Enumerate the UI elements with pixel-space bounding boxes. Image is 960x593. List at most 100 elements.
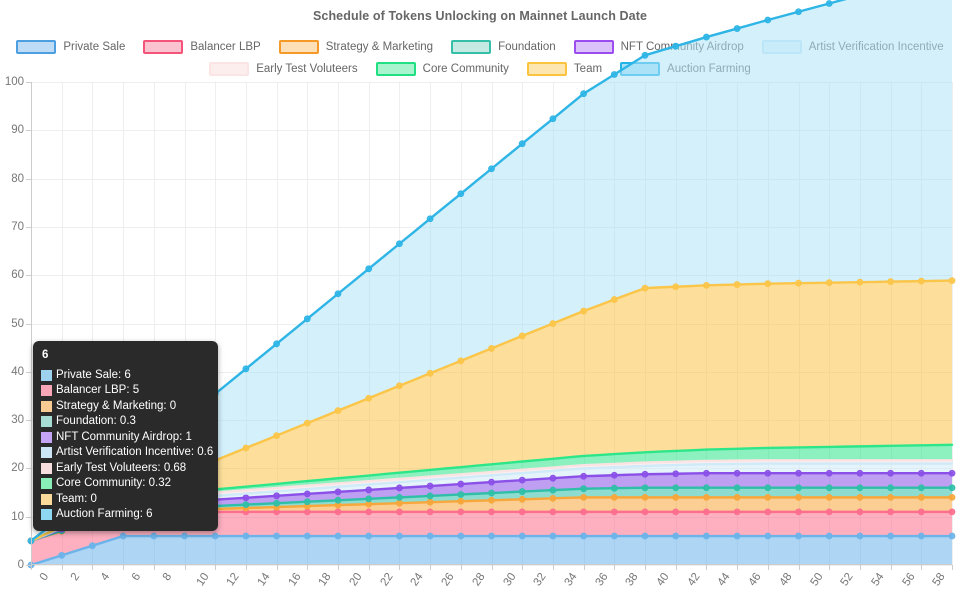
x-tick-mark <box>829 565 831 570</box>
x-tick-mark <box>460 565 462 570</box>
series-point-marker <box>457 357 465 365</box>
series-point-marker <box>334 407 342 415</box>
series-point-marker <box>211 532 219 540</box>
series-point-marker <box>365 495 373 503</box>
series-point-marker <box>303 315 311 323</box>
x-tick-label: 6 <box>129 571 144 584</box>
series-point-marker <box>150 532 158 540</box>
series-point-marker <box>948 493 956 501</box>
series-point-marker <box>426 215 434 223</box>
series-point-marker <box>733 281 741 288</box>
series-point-marker <box>825 532 833 540</box>
series-point-marker <box>672 470 680 478</box>
series-point-marker <box>825 469 833 477</box>
y-tick-mark <box>26 275 31 277</box>
y-tick-label: 70 <box>11 220 24 233</box>
series-point-marker <box>825 279 833 287</box>
x-tick-mark <box>706 565 708 570</box>
legend-item-label: Private Sale <box>63 41 126 53</box>
series-point-marker <box>795 279 802 287</box>
series-point-marker <box>518 532 526 540</box>
legend-swatch-icon <box>375 62 416 76</box>
legend-item[interactable]: Core Community <box>375 62 509 76</box>
legend-item[interactable]: Private Sale <box>16 40 125 54</box>
series-point-marker <box>303 498 311 506</box>
series-point-marker <box>365 265 373 273</box>
series-point-marker <box>242 365 250 373</box>
series-point-marker <box>273 492 281 500</box>
series-point-marker <box>334 488 342 496</box>
tooltip-row-label: Team: 0 <box>56 492 97 505</box>
series-point-marker <box>457 480 465 488</box>
tooltip-row: Private Sale: 6 <box>41 368 210 384</box>
series-point-marker <box>303 419 311 427</box>
series-point-marker <box>426 508 434 516</box>
series-point-marker <box>917 277 925 285</box>
x-tick-mark <box>399 565 401 570</box>
series-point-marker <box>426 492 434 500</box>
series-point-marker <box>396 499 403 507</box>
tooltip-swatch-icon <box>41 447 52 459</box>
tooltip-swatch-icon <box>41 400 52 412</box>
series-point-marker <box>887 508 894 516</box>
legend-swatch-icon <box>209 62 250 76</box>
y-tick-label: 40 <box>11 365 24 378</box>
series-point-marker <box>917 508 925 516</box>
series-point-marker <box>396 240 403 248</box>
series-point-marker <box>672 532 680 540</box>
x-tick-label: 36 <box>593 571 611 589</box>
y-tick-mark <box>26 516 31 518</box>
x-tick-label: 52 <box>838 571 856 589</box>
x-tick-mark <box>675 565 677 570</box>
legend-item[interactable]: Early Test Voluteers <box>209 62 358 76</box>
chart-container: Schedule of Tokens Unlocking on Mainnet … <box>0 0 960 593</box>
series-point-marker <box>273 340 281 348</box>
x-tick-label: 40 <box>654 571 672 589</box>
series-point-marker <box>518 488 526 495</box>
series-point-marker <box>273 532 281 540</box>
x-tick-label: 44 <box>715 571 734 589</box>
legend-item[interactable]: Foundation <box>451 40 556 54</box>
series-point-marker <box>948 508 956 516</box>
legend-item-label: Foundation <box>498 41 556 53</box>
tooltip-row: Strategy & Marketing: 0 <box>41 399 210 415</box>
series-point-marker <box>334 290 342 298</box>
x-tick-label: 46 <box>746 571 764 589</box>
series-point-marker <box>549 532 557 540</box>
series-point-marker <box>795 493 802 501</box>
series-point-marker <box>181 532 188 540</box>
series-point-marker <box>549 320 557 327</box>
tooltip-title: 6 <box>42 349 49 361</box>
tooltip-row: Artist Verification Incentive: 0.6 <box>41 445 213 461</box>
series-point-marker <box>396 493 403 501</box>
x-tick-label: 0 <box>37 571 52 584</box>
series-point-marker <box>488 165 495 173</box>
x-tick-mark <box>737 565 739 570</box>
series-point-marker <box>457 508 465 516</box>
tooltip-swatch-icon <box>41 462 52 474</box>
tooltip-row: NFT Community Airdrop: 1 <box>41 430 210 446</box>
legend-swatch-icon <box>526 62 567 76</box>
legend-item[interactable]: Team <box>526 62 602 76</box>
tooltip-swatch-icon <box>41 509 52 521</box>
series-point-marker <box>764 280 772 288</box>
x-tick-label: 38 <box>623 571 641 589</box>
x-tick-label: 32 <box>531 571 549 589</box>
series-point-marker <box>426 482 434 490</box>
series-point-marker <box>795 508 802 516</box>
series-point-marker <box>917 484 925 492</box>
legend-item[interactable]: Balancer LBP <box>143 40 261 54</box>
legend-item[interactable]: Strategy & Marketing <box>278 40 433 54</box>
tooltip-swatch-icon <box>41 478 52 490</box>
series-point-marker <box>119 532 127 540</box>
y-tick-mark <box>26 323 31 325</box>
series-point-marker <box>610 508 618 516</box>
series-point-marker <box>641 484 649 492</box>
series-point-marker <box>549 486 557 494</box>
series-point-marker <box>396 382 403 390</box>
series-point-marker <box>672 484 680 492</box>
x-tick-mark <box>184 565 186 570</box>
legend-swatch-icon <box>278 40 319 54</box>
x-tick-label: 2 <box>68 571 82 584</box>
x-tick-mark <box>61 565 63 570</box>
